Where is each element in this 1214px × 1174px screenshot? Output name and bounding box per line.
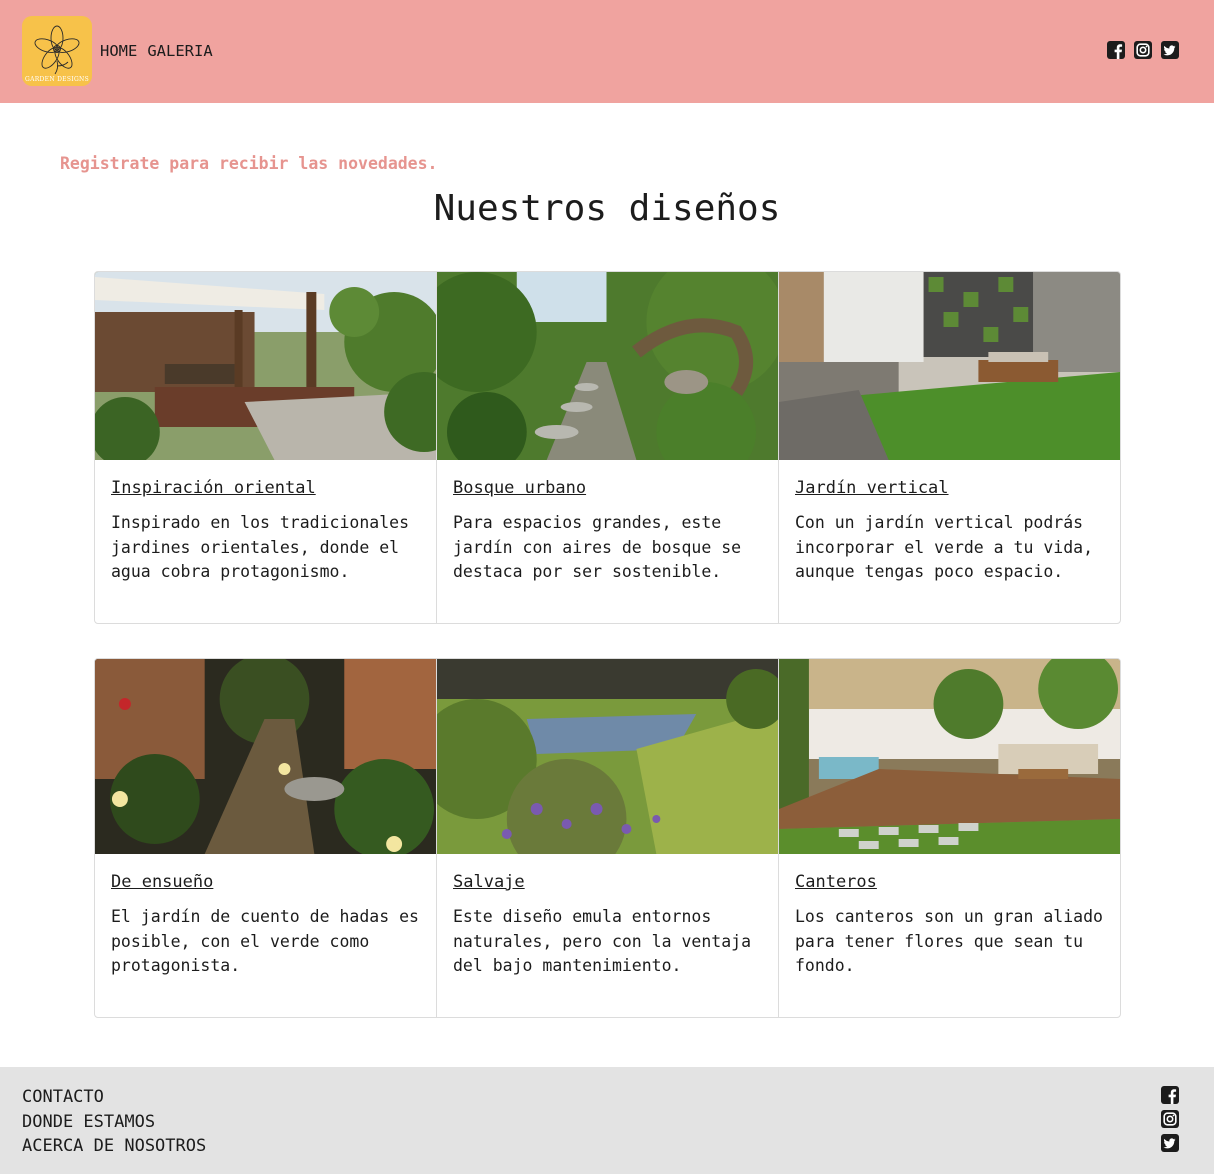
logo-text: GARDEN DESIGNS	[24, 76, 89, 83]
card-de-ensueno: De ensueño El jardín de cuento de hadas …	[95, 659, 437, 1017]
garden-planters-image	[779, 659, 1120, 854]
card-bosque-urbano: Bosque urbano Para espacios grandes, est…	[437, 272, 779, 623]
footer-links: CONTACTO DONDE ESTAMOS ACERCA DE NOSOTRO…	[22, 1085, 206, 1159]
card-title[interactable]: Salvaje	[453, 872, 525, 892]
card-inspiracion-oriental: Inspiración oriental Inspirado en los tr…	[95, 272, 437, 623]
card-title[interactable]: Bosque urbano	[453, 478, 586, 498]
twitter-icon[interactable]	[1161, 1134, 1179, 1152]
garden-vertical-image	[779, 272, 1120, 460]
garden-oriental-image	[95, 272, 436, 460]
card-title[interactable]: De ensueño	[111, 872, 213, 892]
logo[interactable]: GARDEN DESIGNS	[22, 16, 92, 86]
card-text: Inspirado en los tradicionales jardines …	[111, 513, 410, 581]
card-text: Este diseño emula entornos naturales, pe…	[453, 907, 752, 975]
header-social-links	[1107, 41, 1179, 59]
card-title[interactable]: Canteros	[795, 872, 877, 892]
footer-link-contacto[interactable]: CONTACTO	[22, 1085, 206, 1110]
card-jardin-vertical: Jardín vertical Con un jardín vertical p…	[779, 272, 1120, 623]
card-canteros: Canteros Los canteros son un gran aliado…	[779, 659, 1120, 1017]
site-footer: CONTACTO DONDE ESTAMOS ACERCA DE NOSOTRO…	[0, 1067, 1214, 1174]
nav-home[interactable]: HOME	[100, 42, 137, 60]
site-header: GARDEN DESIGNS HOME GALERIA	[0, 0, 1214, 103]
facebook-icon[interactable]	[1161, 1086, 1179, 1104]
register-link[interactable]: Registrate para recibir las novedades.	[60, 154, 438, 173]
card-text: Los canteros son un gran aliado para ten…	[795, 907, 1103, 975]
card-row: De ensueño El jardín de cuento de hadas …	[94, 658, 1121, 1018]
card-title[interactable]: Jardín vertical	[795, 478, 949, 498]
nav-galeria[interactable]: GALERIA	[147, 42, 212, 60]
card-text: Con un jardín vertical podrás incorporar…	[795, 513, 1094, 581]
twitter-icon[interactable]	[1161, 41, 1179, 59]
footer-social-links	[1161, 1086, 1179, 1152]
garden-forest-image	[437, 272, 778, 460]
main-nav: HOME GALERIA	[100, 42, 213, 60]
card-text: El jardín de cuento de hadas es posible,…	[111, 907, 419, 975]
card-row: Inspiración oriental Inspirado en los tr…	[94, 271, 1121, 624]
instagram-icon[interactable]	[1161, 1110, 1179, 1128]
garden-dreamy-image	[95, 659, 436, 854]
facebook-icon[interactable]	[1107, 41, 1125, 59]
footer-link-acerca[interactable]: ACERCA DE NOSOTROS	[22, 1134, 206, 1159]
card-text: Para espacios grandes, este jardín con a…	[453, 513, 742, 581]
instagram-icon[interactable]	[1134, 41, 1152, 59]
page-title: Nuestros diseños	[433, 188, 781, 229]
footer-link-donde-estamos[interactable]: DONDE ESTAMOS	[22, 1110, 206, 1135]
garden-wild-image	[437, 659, 778, 854]
card-salvaje: Salvaje Este diseño emula entornos natur…	[437, 659, 779, 1017]
card-title[interactable]: Inspiración oriental	[111, 478, 316, 498]
